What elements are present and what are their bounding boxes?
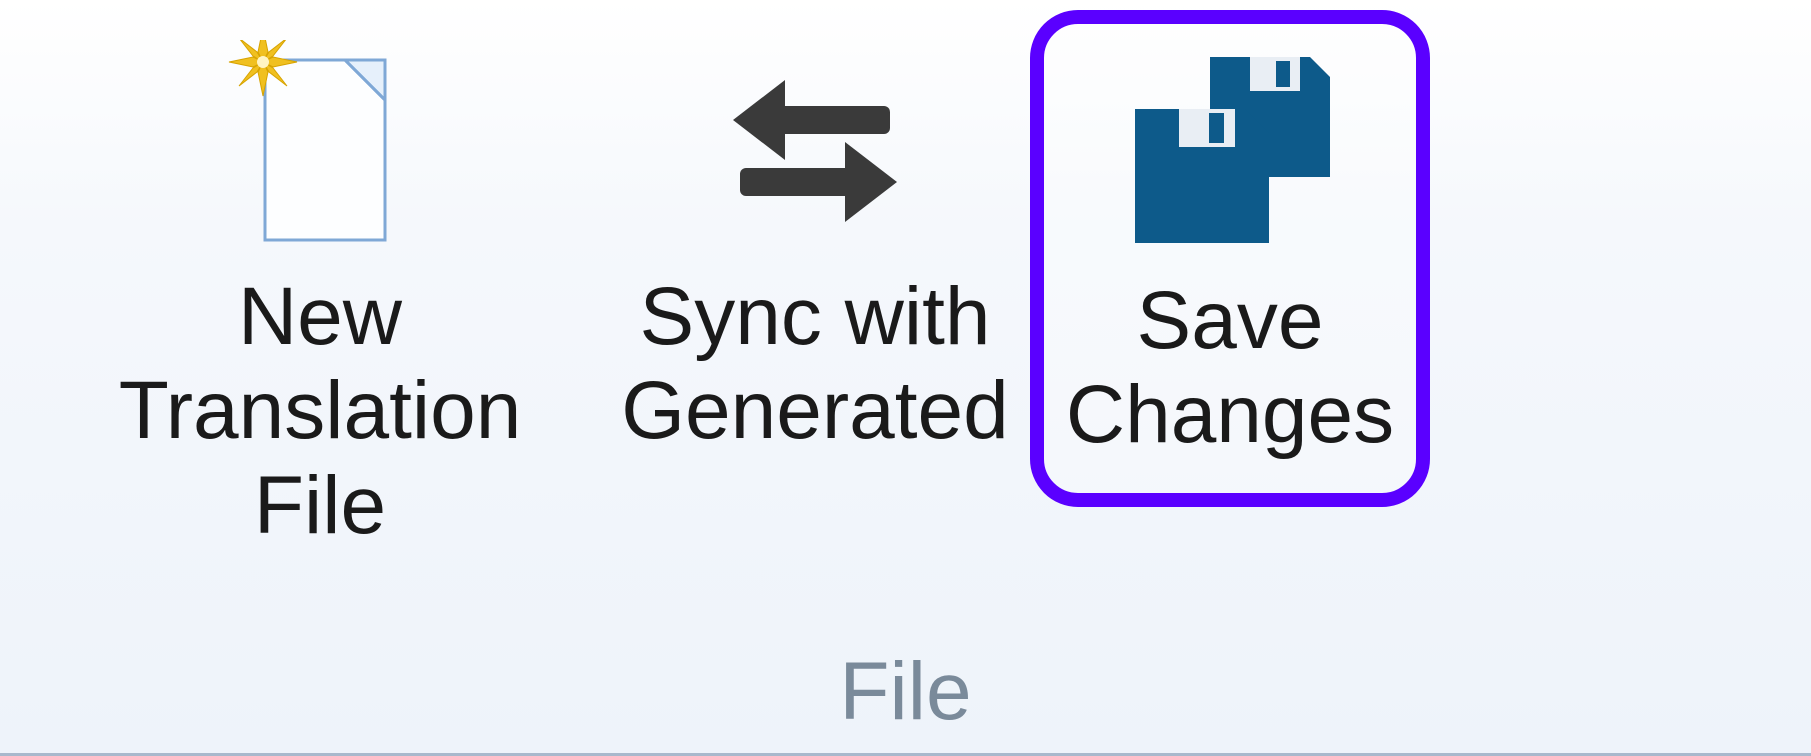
new-file-icon	[225, 30, 415, 270]
new-translation-file-label: New Translation File	[48, 270, 592, 553]
new-translation-file-button[interactable]: New Translation File	[40, 20, 600, 553]
ribbon-group-label: File	[0, 639, 1811, 753]
ribbon-buttons-row: New Translation File Sync with Generated	[0, 0, 1811, 639]
sync-with-generated-label: Sync with Generated	[621, 270, 1009, 459]
sync-with-generated-button[interactable]: Sync with Generated	[600, 20, 1030, 459]
sync-arrows-icon	[715, 30, 915, 270]
save-changes-label: Save Changes	[1066, 274, 1394, 463]
save-all-icon	[1115, 34, 1345, 274]
save-changes-button[interactable]: Save Changes	[1030, 10, 1430, 507]
ribbon-group-file: New Translation File Sync with Generated	[0, 0, 1811, 756]
